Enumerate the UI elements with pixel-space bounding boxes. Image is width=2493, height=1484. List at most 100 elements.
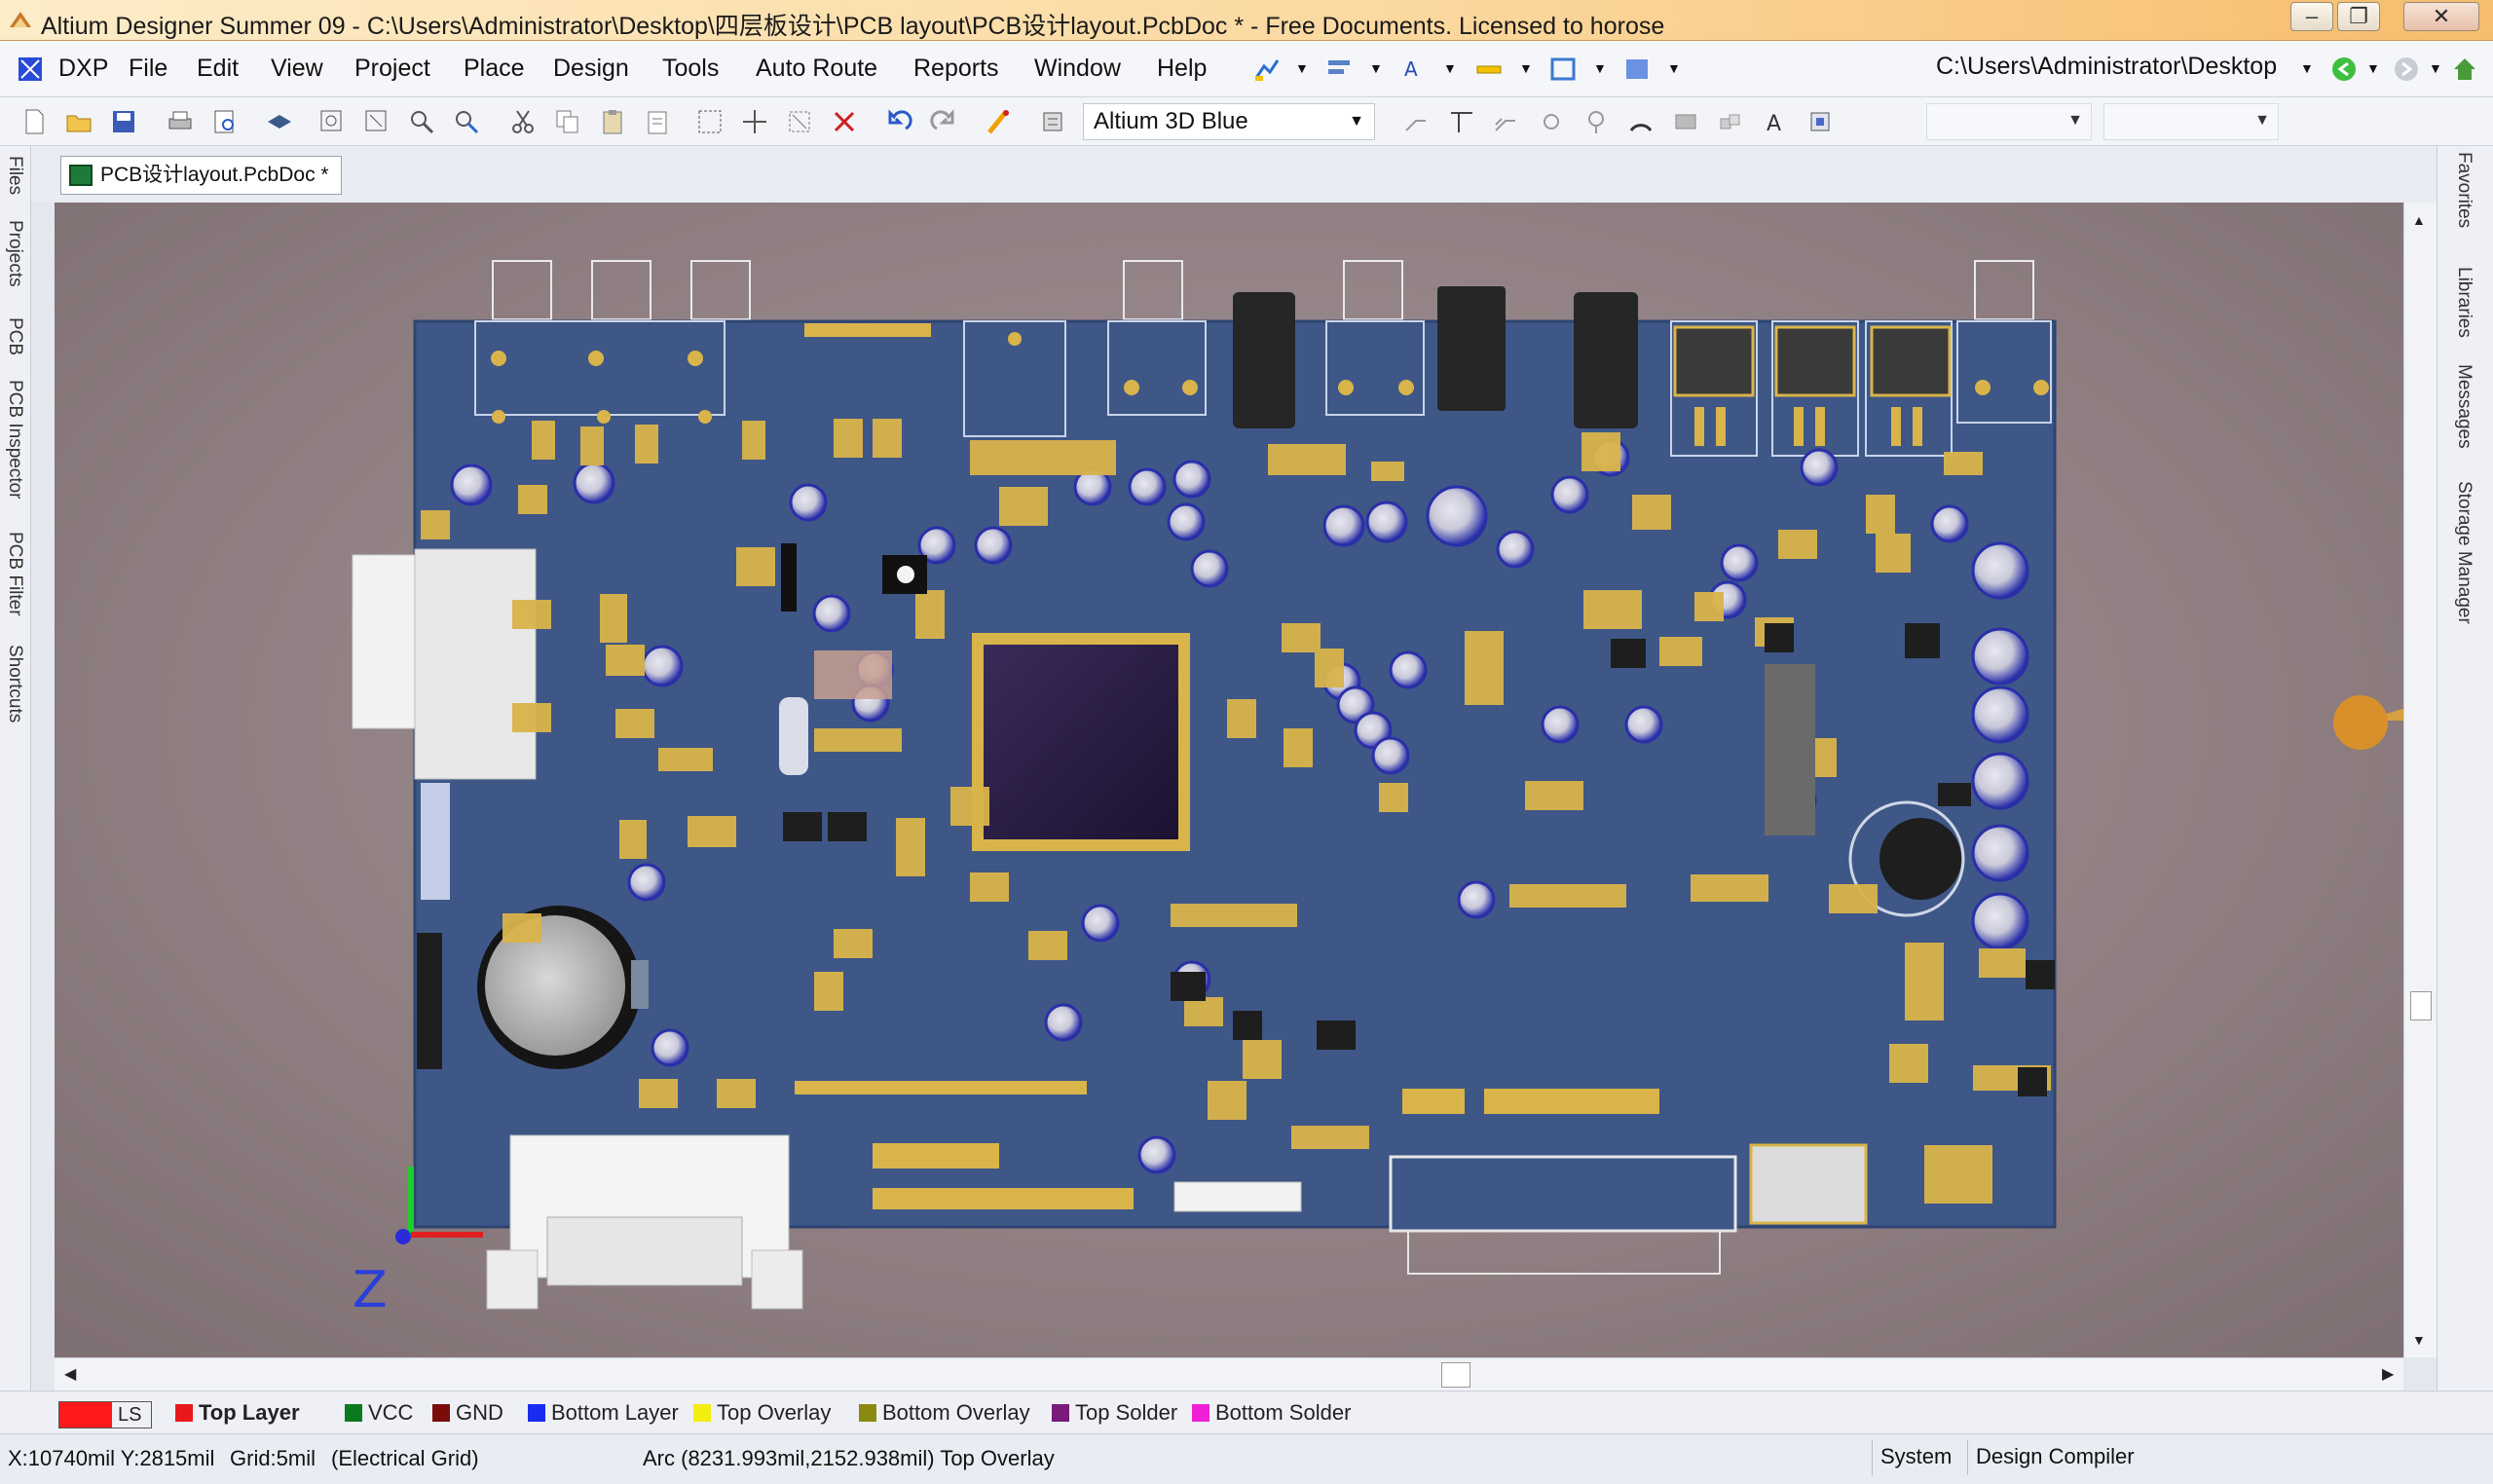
place-pad-icon[interactable] <box>1537 107 1566 136</box>
menu-window[interactable]: Window <box>1034 55 1121 83</box>
route-diff-icon[interactable] <box>1492 107 1521 136</box>
paste-icon[interactable] <box>598 107 627 136</box>
clear-filter-icon[interactable] <box>830 107 859 136</box>
measure-icon[interactable] <box>1474 55 1504 84</box>
view-configuration-select[interactable]: Altium 3D Blue ▼ <box>1083 103 1375 140</box>
panel-tab-pcb-filter[interactable]: PCB Filter <box>4 532 25 616</box>
pcb-3d-canvas[interactable]: Z <box>55 203 2440 1357</box>
vertical-scroll-thumb[interactable] <box>2410 991 2432 1020</box>
place-polygon-icon[interactable] <box>1716 107 1745 136</box>
forward-icon[interactable] <box>2392 55 2421 84</box>
current-layer-chip[interactable]: LS <box>58 1401 152 1428</box>
menu-design[interactable]: Design <box>553 55 629 83</box>
dropdown-arrow-icon[interactable]: ▼ <box>1519 60 1533 76</box>
crossprobe-icon[interactable] <box>984 107 1013 136</box>
scroll-down-icon[interactable]: ▼ <box>2412 1332 2426 1348</box>
dropdown-arrow-icon[interactable]: ▼ <box>2300 60 2314 76</box>
dropdown-arrow-icon[interactable]: ▼ <box>1593 60 1607 76</box>
menu-file[interactable]: File <box>129 55 167 83</box>
room-icon[interactable] <box>1548 55 1578 84</box>
panel-tab-libraries[interactable]: Libraries <box>2453 267 2474 338</box>
panel-tab-files[interactable]: Files <box>4 156 25 195</box>
layer-tab[interactable]: Bottom Solder <box>1188 1395 1351 1430</box>
align-icon[interactable] <box>1324 55 1354 84</box>
zoom-area-icon[interactable] <box>362 107 391 136</box>
minimize-button[interactable]: – <box>2290 2 2333 31</box>
menu-place[interactable]: Place <box>464 55 525 83</box>
deselect-icon[interactable] <box>785 107 814 136</box>
undo-icon[interactable] <box>884 107 913 136</box>
dropdown-arrow-icon[interactable]: ▼ <box>1369 60 1383 76</box>
dropdown-arrow-icon[interactable]: ▼ <box>1443 60 1457 76</box>
grid-icon[interactable] <box>1622 55 1652 84</box>
dropdown-arrow-icon[interactable]: ▼ <box>1667 60 1681 76</box>
panel-tab-pcb[interactable]: PCB <box>4 317 25 355</box>
panel-tab-projects[interactable]: Projects <box>4 220 25 287</box>
menu-project[interactable]: Project <box>354 55 430 83</box>
cut-icon[interactable] <box>508 107 538 136</box>
redo-icon[interactable] <box>929 107 958 136</box>
maximize-button[interactable]: ❐ <box>2337 2 2380 31</box>
panel-tab-favorites[interactable]: Favorites <box>2453 152 2474 228</box>
dropdown-arrow-icon[interactable]: ▼ <box>1295 60 1309 76</box>
dropdown-arrow-icon[interactable]: ▼ <box>2366 60 2380 76</box>
layer-tab[interactable]: VCC <box>341 1395 413 1430</box>
snap-select[interactable]: ▼ <box>2103 103 2279 140</box>
rubber-stamp-icon[interactable] <box>643 107 672 136</box>
print-preview-icon[interactable] <box>210 107 240 136</box>
layer-tab[interactable]: Bottom Layer <box>524 1395 679 1430</box>
select-area-icon[interactable] <box>695 107 725 136</box>
menu-reports[interactable]: Reports <box>913 55 999 83</box>
menu-edit[interactable]: Edit <box>197 55 239 83</box>
wiring-icon[interactable] <box>1252 55 1282 84</box>
place-track-icon[interactable] <box>1447 107 1476 136</box>
layer-tab[interactable]: Bottom Overlay <box>855 1395 1030 1430</box>
place-arc-icon[interactable] <box>1626 107 1656 136</box>
system-panel-button[interactable]: System <box>1872 1440 1959 1475</box>
print-icon[interactable] <box>166 107 195 136</box>
layer-tab[interactable]: Top Layer <box>171 1395 300 1430</box>
move-icon[interactable] <box>740 107 769 136</box>
panel-tab-storage-manager[interactable]: Storage Manager <box>2453 481 2474 624</box>
new-file-icon[interactable] <box>19 107 49 136</box>
layer-tab[interactable]: GND <box>428 1395 503 1430</box>
menu-tools[interactable]: Tools <box>662 55 719 83</box>
place-component-icon[interactable] <box>1805 107 1835 136</box>
save-icon[interactable] <box>109 107 138 136</box>
interactive-route-icon[interactable] <box>1402 107 1432 136</box>
menu-dxp[interactable]: DXP <box>58 55 108 83</box>
panel-tab-pcb-inspector[interactable]: PCB Inspector <box>4 380 25 500</box>
3d-view-icon[interactable] <box>265 107 294 136</box>
scroll-right-icon[interactable]: ▶ <box>2382 1364 2394 1384</box>
scroll-up-icon[interactable]: ▲ <box>2412 212 2426 228</box>
document-tab[interactable]: PCB设计layout.PcbDoc * <box>60 156 342 195</box>
navigation-path[interactable]: C:\Users\Administrator\Desktop <box>1936 53 2308 88</box>
zoom-fit-icon[interactable] <box>317 107 347 136</box>
zoom-filtered-icon[interactable] <box>452 107 481 136</box>
component-icon[interactable] <box>1038 107 1067 136</box>
place-fill-icon[interactable] <box>1671 107 1700 136</box>
menu-auto-route[interactable]: Auto Route <box>756 55 877 83</box>
layer-set-select[interactable]: ▼ <box>1926 103 2092 140</box>
place-via-icon[interactable] <box>1581 107 1611 136</box>
zoom-selected-icon[interactable] <box>407 107 436 136</box>
place-string-icon[interactable]: A <box>1761 107 1790 136</box>
design-compiler-button[interactable]: Design Compiler <box>1967 1440 2142 1475</box>
open-folder-icon[interactable] <box>64 107 93 136</box>
copy-icon[interactable] <box>553 107 582 136</box>
panel-tab-shortcuts[interactable]: Shortcuts <box>4 645 25 723</box>
scroll-left-icon[interactable]: ◀ <box>64 1364 76 1384</box>
home-icon[interactable] <box>2450 55 2479 84</box>
text-place-icon[interactable]: A <box>1398 55 1428 84</box>
menu-view[interactable]: View <box>271 55 323 83</box>
panel-tab-messages[interactable]: Messages <box>2453 364 2474 449</box>
horizontal-scrollbar[interactable]: ◀ ▶ <box>55 1357 2403 1391</box>
vertical-scrollbar[interactable]: ▲ ▼ <box>2403 203 2437 1357</box>
menu-help[interactable]: Help <box>1157 55 1207 83</box>
dropdown-arrow-icon[interactable]: ▼ <box>2429 60 2442 76</box>
layer-tab[interactable]: Top Solder <box>1048 1395 1177 1430</box>
back-icon[interactable] <box>2329 55 2359 84</box>
horizontal-scroll-thumb[interactable] <box>1441 1362 1470 1388</box>
layer-tab[interactable]: Top Overlay <box>689 1395 831 1430</box>
close-button[interactable]: ✕ <box>2403 2 2479 31</box>
